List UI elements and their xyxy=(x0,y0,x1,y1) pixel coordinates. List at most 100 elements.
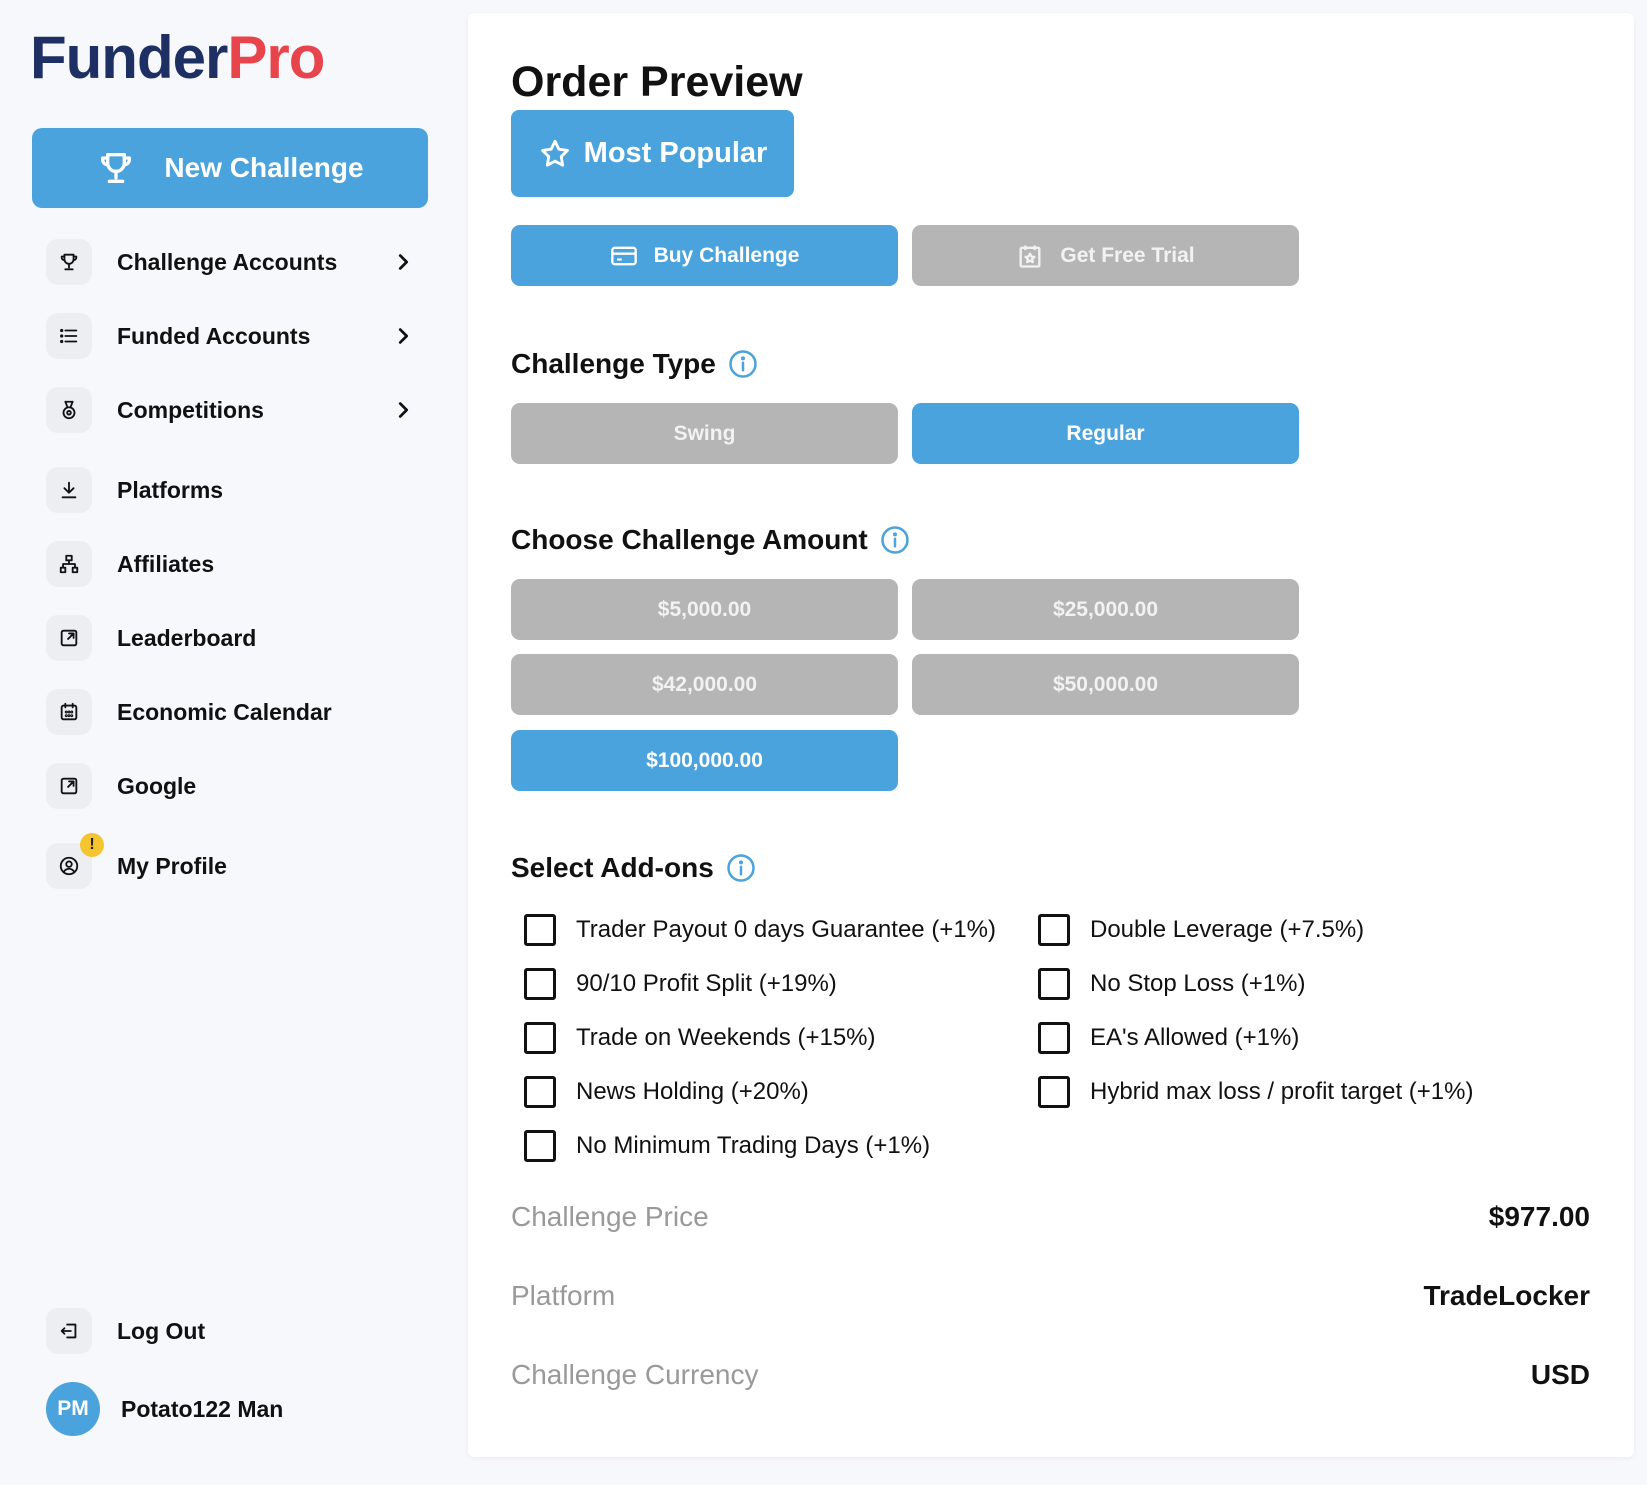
addon-label: EA's Allowed (+1%) xyxy=(1090,1024,1300,1051)
logout-label: Log Out xyxy=(117,1317,206,1344)
checkbox[interactable] xyxy=(524,914,556,946)
info-icon[interactable] xyxy=(880,525,910,555)
star-icon xyxy=(540,139,569,167)
get-free-trial-label: Get Free Trial xyxy=(1060,243,1195,267)
amount-option-42000[interactable]: $42,000.00 xyxy=(511,654,898,715)
order-preview-panel: Order Preview Most Popular Buy Challenge… xyxy=(468,13,1634,1457)
addon-double-leverage[interactable]: Double Leverage (+7.5%) xyxy=(1038,914,1364,946)
amount-option-50000[interactable]: $50,000.00 xyxy=(912,654,1299,715)
addon-label: News Holding (+20%) xyxy=(576,1078,809,1105)
addons-heading: Select Add-ons xyxy=(511,852,756,884)
challenge-amount-heading: Choose Challenge Amount xyxy=(511,524,910,556)
sidebar-item-affiliates[interactable]: Affiliates xyxy=(46,539,436,589)
buy-challenge-label: Buy Challenge xyxy=(653,243,800,267)
sidebar-item-challenge-accounts[interactable]: Challenge Accounts xyxy=(46,237,436,287)
platform-value: TradeLocker xyxy=(1423,1280,1590,1311)
logout-button[interactable]: Log Out xyxy=(46,1306,436,1356)
calendar-star-icon xyxy=(1019,245,1041,268)
challenge-type-heading: Challenge Type xyxy=(511,348,758,380)
network-icon xyxy=(59,554,79,574)
trophy-icon xyxy=(101,153,132,183)
addon-label: Hybrid max loss / profit target (+1%) xyxy=(1090,1078,1474,1105)
challenge-type-regular[interactable]: Regular xyxy=(912,403,1299,464)
logo-text-primary: Funder xyxy=(30,24,228,91)
credit-card-icon xyxy=(610,246,637,265)
trophy-icon xyxy=(60,253,78,271)
addon-label: No Minimum Trading Days (+1%) xyxy=(576,1132,931,1159)
challenge-price-label: Challenge Price xyxy=(511,1201,709,1232)
checkbox[interactable] xyxy=(524,1076,556,1108)
addon-no-stop-loss[interactable]: No Stop Loss (+1%) xyxy=(1038,968,1305,1000)
sidebar-item-economic-calendar[interactable]: Economic Calendar xyxy=(46,687,436,737)
challenge-type-swing[interactable]: Swing xyxy=(511,403,898,464)
sidebar-item-label: Competitions xyxy=(117,396,264,423)
chevron-right-icon xyxy=(398,254,409,270)
sidebar-item-label: Platforms xyxy=(117,476,224,503)
addon-trade-weekends[interactable]: Trade on Weekends (+15%) xyxy=(524,1022,876,1054)
avatar[interactable]: PM xyxy=(46,1382,100,1436)
logout-icon xyxy=(60,1323,77,1339)
addon-profit-split[interactable]: 90/10 Profit Split (+19%) xyxy=(524,968,837,1000)
sidebar-item-label: Funded Accounts xyxy=(117,322,311,349)
user-icon xyxy=(59,856,79,876)
list-icon xyxy=(60,328,78,344)
chevron-right-icon xyxy=(398,328,409,344)
amount-option-25000[interactable]: $25,000.00 xyxy=(912,579,1299,640)
sidebar-item-label: Economic Calendar xyxy=(117,698,332,725)
checkbox[interactable] xyxy=(1038,914,1070,946)
medal-icon xyxy=(62,400,76,420)
sidebar-item-label: Google xyxy=(117,772,197,799)
sidebar-item-google[interactable]: Google xyxy=(46,761,436,811)
most-popular-button[interactable]: Most Popular xyxy=(511,110,794,197)
addon-hybrid-max-loss[interactable]: Hybrid max loss / profit target (+1%) xyxy=(1038,1076,1473,1108)
checkbox[interactable] xyxy=(524,1022,556,1054)
funderpro-logo[interactable]: FunderPro xyxy=(30,28,325,88)
sidebar-item-label: Challenge Accounts xyxy=(117,248,338,275)
sidebar-item-label: Affiliates xyxy=(117,550,215,577)
sidebar-item-label: My Profile xyxy=(117,852,227,879)
sidebar-item-funded-accounts[interactable]: Funded Accounts xyxy=(46,311,436,361)
sidebar-item-my-profile[interactable]: ! My Profile xyxy=(46,833,436,891)
challenge-amount-title: Choose Challenge Amount xyxy=(511,524,868,555)
external-link-icon xyxy=(60,777,78,795)
addons-title: Select Add-ons xyxy=(511,852,714,883)
info-icon[interactable] xyxy=(728,349,758,379)
addon-label: Trade on Weekends (+15%) xyxy=(576,1024,876,1051)
amount-option-100000[interactable]: $100,000.00 xyxy=(511,730,898,791)
page-title: Order Preview xyxy=(511,58,803,106)
sidebar-item-platforms[interactable]: Platforms xyxy=(46,465,436,515)
most-popular-label: Most Popular xyxy=(583,137,768,169)
external-link-icon xyxy=(60,629,78,647)
challenge-price-value: $977.00 xyxy=(1488,1201,1590,1232)
currency-value: USD xyxy=(1530,1359,1590,1390)
sidebar-item-leaderboard[interactable]: Leaderboard xyxy=(46,613,436,663)
addon-label: Double Leverage (+7.5%) xyxy=(1090,916,1365,943)
currency-label: Challenge Currency xyxy=(511,1359,759,1390)
alert-badge: ! xyxy=(80,833,104,857)
get-free-trial-button[interactable]: Get Free Trial xyxy=(912,225,1299,286)
info-icon[interactable] xyxy=(726,853,756,883)
sidebar-item-competitions[interactable]: Competitions xyxy=(46,385,436,435)
calendar-icon xyxy=(60,702,78,721)
addon-news-holding[interactable]: News Holding (+20%) xyxy=(524,1076,809,1108)
addon-label: 90/10 Profit Split (+19%) xyxy=(576,970,837,997)
addon-label: No Stop Loss (+1%) xyxy=(1090,970,1306,997)
checkbox[interactable] xyxy=(524,1130,556,1162)
checkbox[interactable] xyxy=(1038,1076,1070,1108)
download-icon xyxy=(61,481,77,499)
checkbox[interactable] xyxy=(1038,968,1070,1000)
user-name[interactable]: Potato122 Man xyxy=(121,1396,283,1423)
new-challenge-button[interactable]: New Challenge xyxy=(32,128,428,208)
addon-no-min-days[interactable]: No Minimum Trading Days (+1%) xyxy=(524,1130,930,1162)
amount-option-5000[interactable]: $5,000.00 xyxy=(511,579,898,640)
checkbox[interactable] xyxy=(1038,1022,1070,1054)
buy-challenge-button[interactable]: Buy Challenge xyxy=(511,225,898,286)
challenge-type-title: Challenge Type xyxy=(511,348,716,379)
checkbox[interactable] xyxy=(524,968,556,1000)
sidebar-item-label: Leaderboard xyxy=(117,624,257,651)
new-challenge-label: New Challenge xyxy=(164,152,364,183)
addon-eas-allowed[interactable]: EA's Allowed (+1%) xyxy=(1038,1022,1299,1054)
addon-payout-guarantee[interactable]: Trader Payout 0 days Guarantee (+1%) xyxy=(524,914,996,946)
chevron-right-icon xyxy=(398,402,409,418)
addon-label: Trader Payout 0 days Guarantee (+1%) xyxy=(576,916,996,943)
